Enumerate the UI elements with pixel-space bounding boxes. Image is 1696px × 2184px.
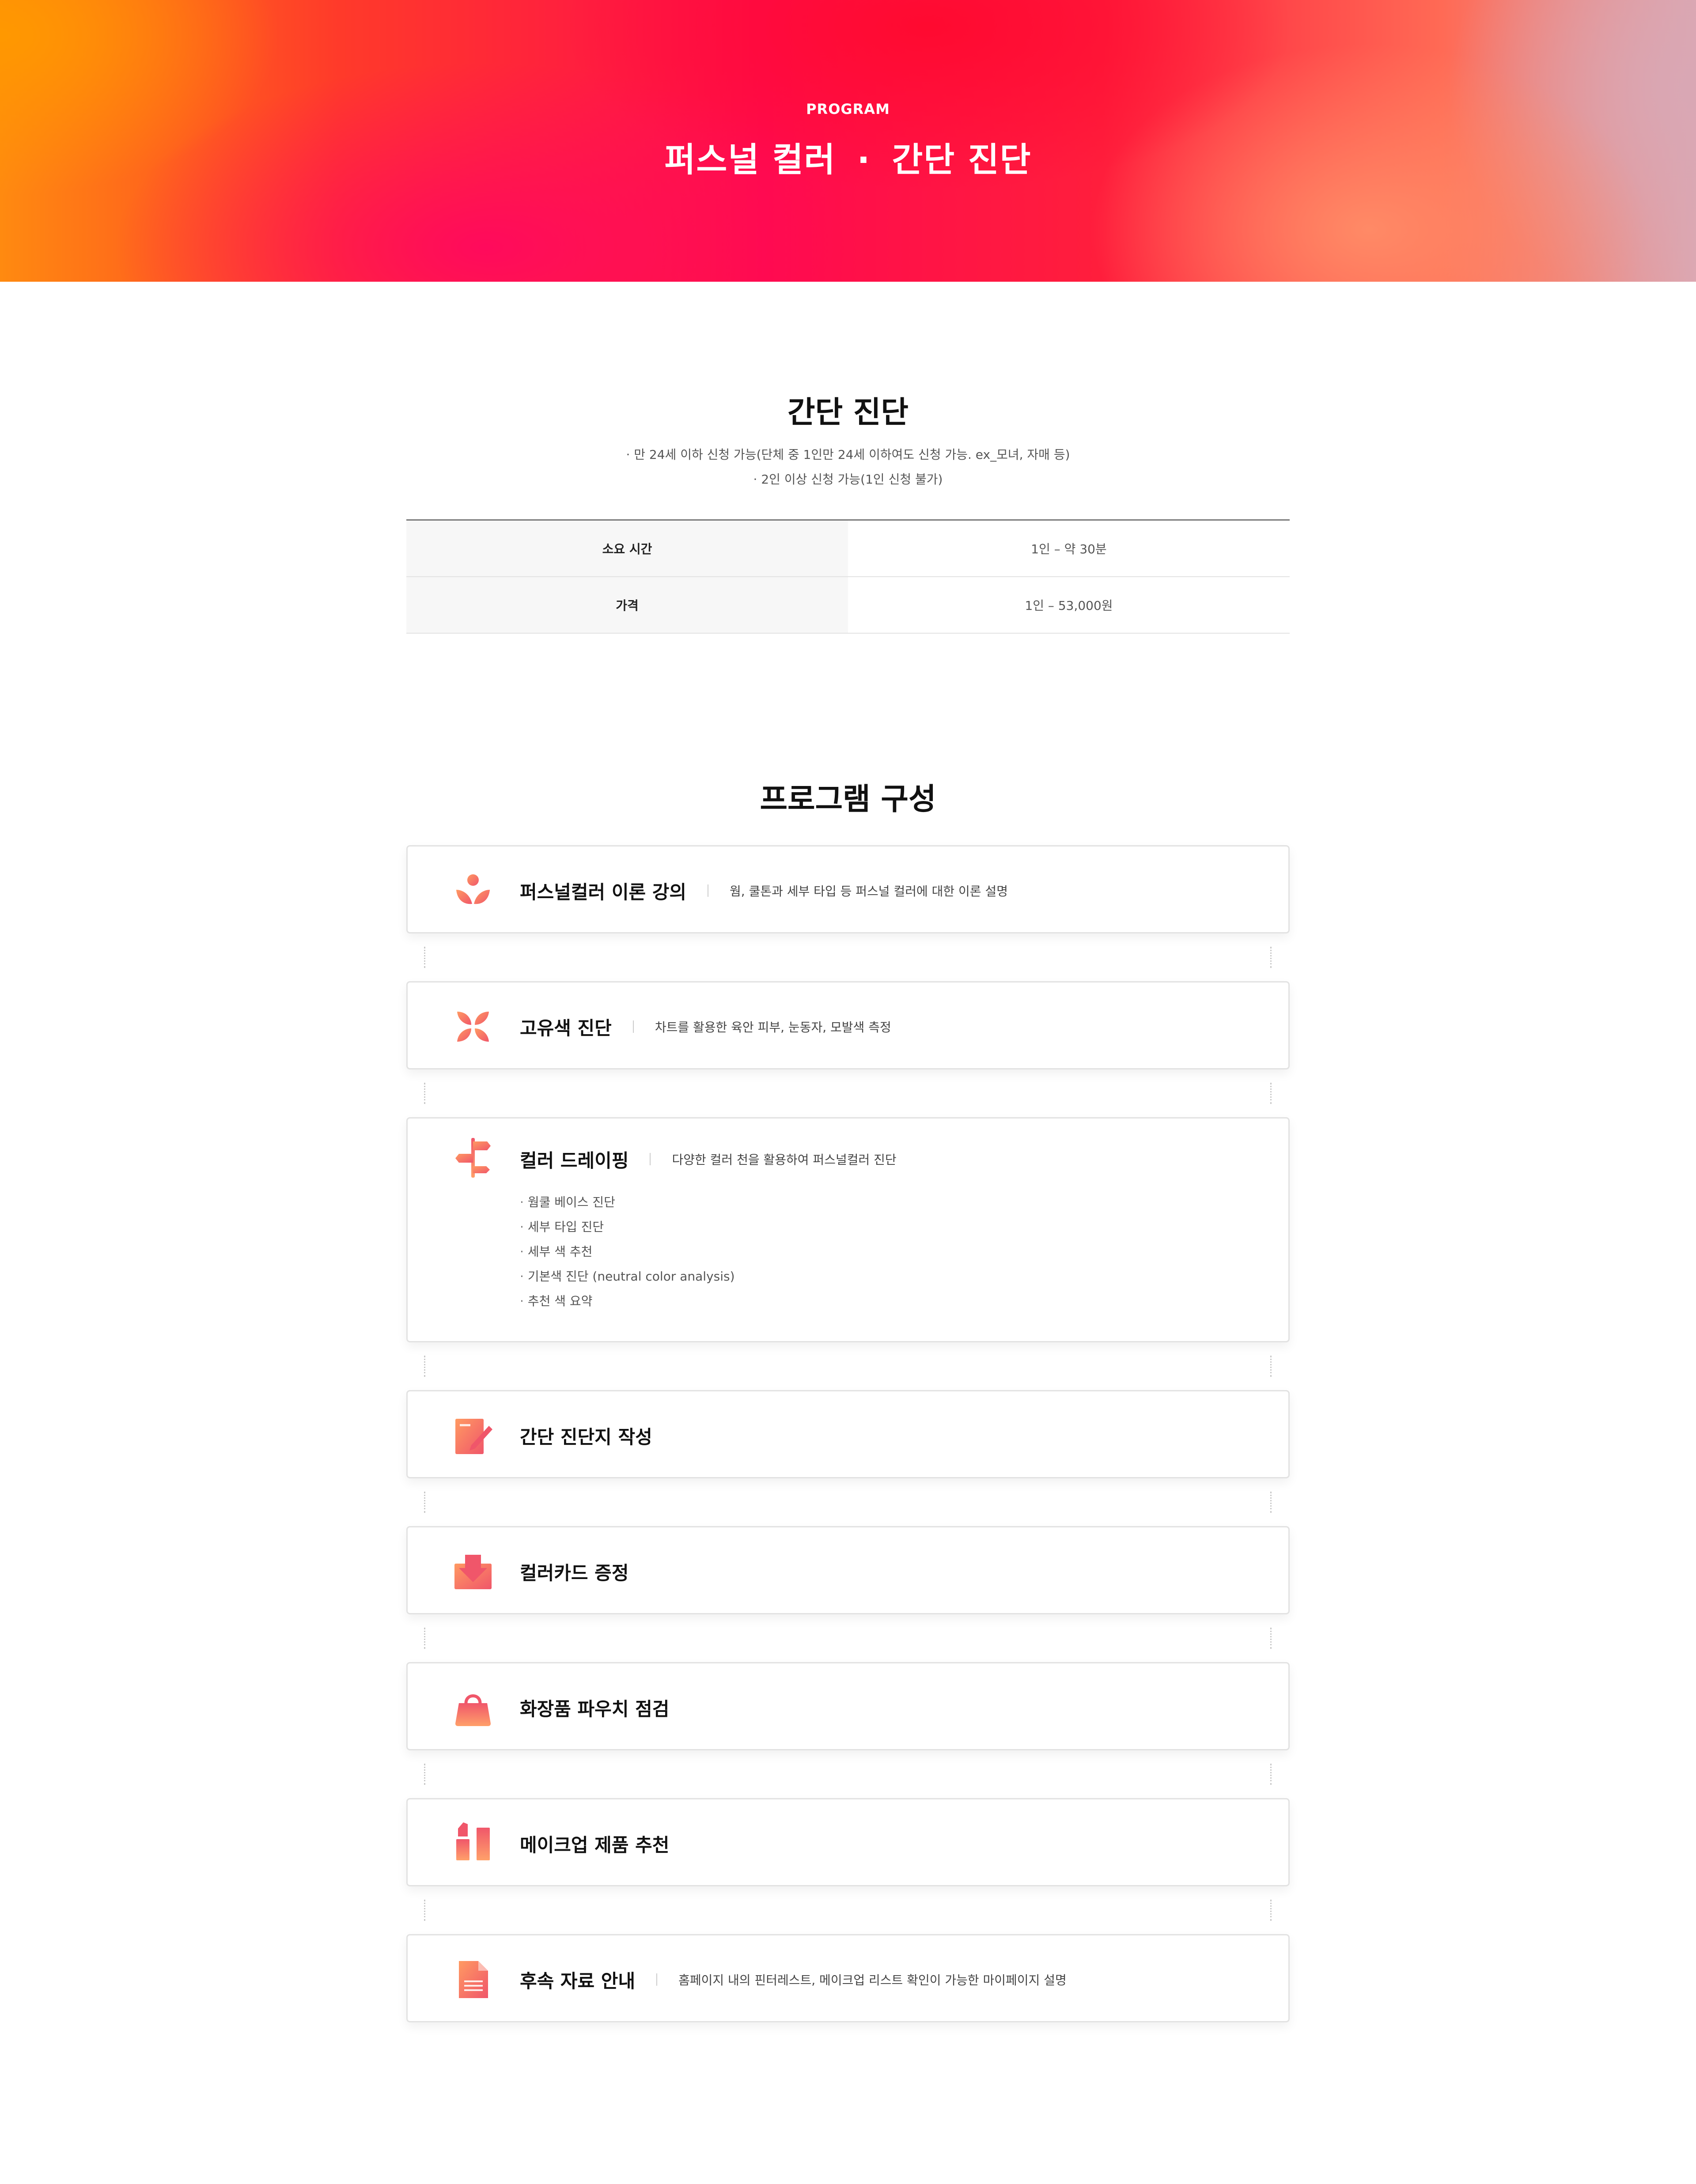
item-desc: 다양한 컬러 천을 활용하여 퍼스널컬러 진단 (672, 1152, 897, 1167)
item-head: 후속 자료 안내 홈페이지 내의 핀터레스트, 메이크업 리스트 확인이 가능한… (520, 1966, 1067, 1993)
table-row: 가격 1인 – 53,000원 (406, 577, 1290, 634)
connector-left (424, 1628, 425, 1649)
envelope-download-icon (454, 1555, 492, 1589)
item-name: 화장품 파우치 점검 (520, 1698, 670, 1720)
program-item-diagnosis-sheet: 간단 진단지 작성 (406, 1390, 1290, 1478)
item-desc: 웜, 쿨톤과 세부 타입 등 퍼스널 컬러에 대한 이론 설명 (730, 884, 1008, 899)
list-item: 웜쿨 베이스 진단 (520, 1190, 735, 1215)
connector-right (1270, 1492, 1272, 1513)
list-item: 세부 타입 진단 (520, 1215, 735, 1239)
duration-label: 소요 시간 (406, 521, 848, 576)
connector-left (424, 1492, 425, 1513)
flower-sprout-icon (456, 874, 490, 904)
item-head: 퍼스널컬러 이론 강의 웜, 쿨톤과 세부 타입 등 퍼스널 컬러에 대한 이론… (520, 877, 1008, 904)
item-head: 메이크업 제품 추천 (520, 1830, 669, 1857)
table-row: 소요 시간 1인 – 약 30분 (406, 521, 1290, 577)
item-head: 고유색 진단 차트를 활용한 육안 피부, 눈동자, 모발색 측정 (520, 1013, 891, 1040)
handbag-icon (455, 1694, 491, 1726)
signpost-icon (455, 1138, 491, 1178)
item-separator (650, 1153, 651, 1165)
item-name: 고유색 진단 (520, 1017, 612, 1039)
program-item-theory-lecture: 퍼스널컬러 이론 강의 웜, 쿨톤과 세부 타입 등 퍼스널 컬러에 대한 이론… (406, 845, 1290, 933)
item-name: 메이크업 제품 추천 (520, 1834, 670, 1856)
item-name: 간단 진단지 작성 (520, 1426, 652, 1448)
program-item-color-draping: 컬러 드레이핑 다양한 컬러 천을 활용하여 퍼스널컬러 진단 웜쿨 베이스 진… (406, 1117, 1290, 1342)
program-item-makeup-recommend: 메이크업 제품 추천 (406, 1798, 1290, 1886)
title-left: 퍼스널 컬러 (664, 140, 836, 179)
connector-right (1270, 1900, 1272, 1921)
item-head: 컬러 드레이핑 다양한 컬러 천을 활용하여 퍼스널컬러 진단 (520, 1146, 897, 1172)
list-item: 추천 색 요약 (520, 1289, 735, 1314)
item-head: 화장품 파우치 점검 (520, 1694, 669, 1721)
hero-eyebrow: PROGRAM (806, 101, 890, 117)
price-label: 가격 (406, 577, 848, 633)
intro-title: 간단 진단 (787, 395, 909, 430)
connector-right (1270, 1764, 1272, 1785)
title-right: 간단 진단 (892, 140, 1032, 179)
connector-left (424, 947, 425, 968)
draping-steps: 웜쿨 베이스 진단 세부 타입 진단 세부 색 추천 기본색 진단 (neutr… (520, 1190, 735, 1314)
title-dot: · (857, 140, 871, 179)
item-head: 간단 진단지 작성 (520, 1422, 652, 1449)
connector-left (424, 1083, 425, 1104)
info-table: 소요 시간 1인 – 약 30분 가격 1인 – 53,000원 (406, 519, 1290, 634)
connector-left (424, 1900, 425, 1921)
item-separator (656, 1973, 658, 1986)
list-item: 세부 색 추천 (520, 1239, 735, 1264)
intro-note-age: · 만 24세 이하 신청 가능(단체 중 1인만 24세 이하여도 신청 가능… (626, 447, 1070, 462)
notepad-pencil-icon (455, 1419, 492, 1454)
program-title: 프로그램 구성 (760, 782, 936, 817)
connector-right (1270, 1356, 1272, 1377)
item-desc: 홈페이지 내의 핀터레스트, 메이크업 리스트 확인이 가능한 마이페이지 설명 (678, 1973, 1067, 1988)
connector-left (424, 1356, 425, 1377)
connector-right (1270, 1083, 1272, 1104)
item-separator (632, 1020, 634, 1033)
lipstick-icon (456, 1822, 490, 1860)
duration-value: 1인 – 약 30분 (1031, 542, 1107, 556)
butterfly-petal-icon (457, 1012, 489, 1042)
item-name: 후속 자료 안내 (520, 1970, 636, 1992)
program-item-inherent-color: 고유색 진단 차트를 활용한 육안 피부, 눈동자, 모발색 측정 (406, 981, 1290, 1069)
item-head: 컬러카드 증정 (520, 1558, 628, 1585)
item-name: 퍼스널컬러 이론 강의 (520, 881, 687, 903)
item-name: 컬러카드 증정 (520, 1562, 629, 1584)
price-value: 1인 – 53,000원 (1025, 598, 1113, 613)
hero-banner: PROGRAM 퍼스널 컬러 · 간단 진단 (0, 0, 1696, 282)
page-title: 퍼스널 컬러 · 간단 진단 (0, 132, 1696, 181)
program-item-color-card: 컬러카드 증정 (406, 1526, 1290, 1614)
connector-left (424, 1764, 425, 1785)
program-item-follow-up: 후속 자료 안내 홈페이지 내의 핀터레스트, 메이크업 리스트 확인이 가능한… (406, 1934, 1290, 2022)
intro-note-people: · 2인 이상 신청 가능(1인 신청 불가) (753, 472, 943, 487)
item-desc: 차트를 활용한 육안 피부, 눈동자, 모발색 측정 (655, 1020, 891, 1035)
item-name: 컬러 드레이핑 (520, 1149, 629, 1171)
connector-right (1270, 947, 1272, 968)
document-icon (459, 1961, 488, 1998)
list-item: 기본색 진단 (neutral color analysis) (520, 1264, 735, 1289)
program-item-pouch-check: 화장품 파우치 점검 (406, 1662, 1290, 1750)
connector-right (1270, 1628, 1272, 1649)
